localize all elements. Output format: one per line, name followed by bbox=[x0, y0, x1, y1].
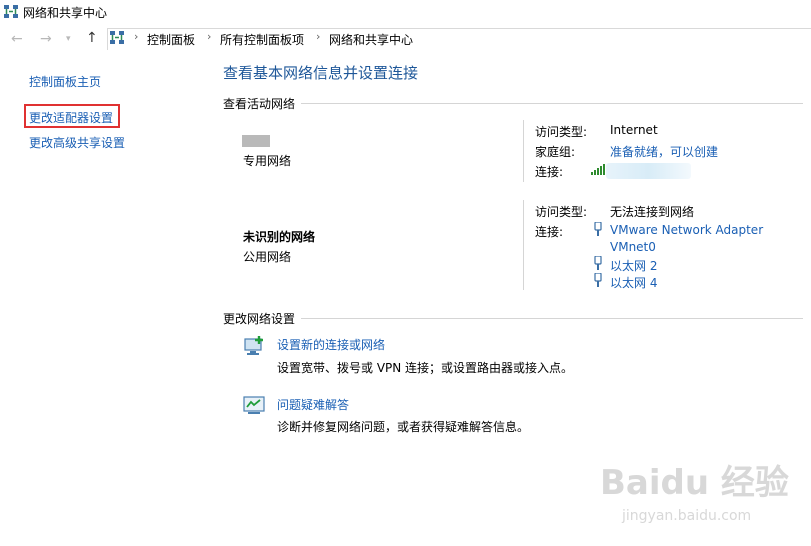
connection-name-redacted[interactable] bbox=[606, 163, 691, 179]
sidebar-item-advanced-sharing[interactable]: 更改高级共享设置 bbox=[29, 134, 125, 151]
wifi-signal-icon[interactable] bbox=[591, 163, 607, 175]
access-type-value: 无法连接到网络 bbox=[610, 205, 695, 219]
ethernet-icon[interactable] bbox=[594, 256, 602, 270]
troubleshoot-desc: 诊断并修复网络问题，或者获得疑难解答信息。 bbox=[277, 420, 530, 434]
setup-new-connection-desc: 设置宽带、拨号或 VPN 连接；或设置路由器或接入点。 bbox=[277, 361, 574, 375]
active-networks-label: 查看活动网络 bbox=[223, 97, 296, 111]
chevron-right-icon[interactable]: › bbox=[207, 30, 211, 43]
troubleshoot-link[interactable]: 问题疑难解答 bbox=[277, 396, 349, 413]
access-type-label: 访问类型: bbox=[535, 125, 588, 139]
divider bbox=[301, 103, 803, 104]
page-title: 查看基本网络信息并设置连接 bbox=[223, 64, 419, 82]
sidebar-item-change-adapter-settings[interactable]: 更改适配器设置 bbox=[29, 109, 113, 126]
forward-arrow-icon[interactable]: → bbox=[40, 29, 52, 49]
watermark-url: jingyan.baidu.com bbox=[622, 508, 752, 524]
breadcrumb[interactable] bbox=[107, 28, 811, 50]
baidu-watermark-logo: Baidu 经验 bbox=[600, 463, 789, 503]
crumb-network-center[interactable]: 网络和共享中心 bbox=[329, 31, 413, 48]
ethernet-icon[interactable] bbox=[594, 273, 602, 287]
window-title: 网络和共享中心 bbox=[23, 6, 108, 20]
network-type: 专用网络 bbox=[243, 154, 292, 168]
up-arrow-icon[interactable]: ↑ bbox=[86, 28, 98, 48]
setup-new-connection-link[interactable]: 设置新的连接或网络 bbox=[277, 336, 385, 353]
access-type-label: 访问类型: bbox=[535, 205, 588, 219]
connection-vmware-adapter[interactable]: VMware Network Adapter bbox=[610, 223, 763, 237]
crumb-all-items[interactable]: 所有控制面板项 bbox=[220, 31, 304, 48]
recent-chevron-down-icon[interactable]: ▾ bbox=[66, 29, 71, 49]
connection-ethernet-4[interactable]: 以太网 4 bbox=[610, 274, 657, 291]
troubleshoot-icon[interactable] bbox=[242, 395, 266, 417]
new-connection-icon[interactable] bbox=[242, 336, 266, 358]
access-type-value: Internet bbox=[610, 123, 658, 137]
connection-label: 连接: bbox=[535, 165, 564, 179]
control-panel-icon bbox=[110, 31, 124, 44]
network-center-icon bbox=[4, 5, 18, 18]
sidebar-item-control-panel-home[interactable]: 控制面板主页 bbox=[29, 73, 101, 90]
back-arrow-icon[interactable]: ← bbox=[11, 29, 23, 49]
connection-vmnet0[interactable]: VMnet0 bbox=[610, 240, 656, 254]
homegroup-link[interactable]: 准备就绪，可以创建 bbox=[610, 143, 718, 160]
connection-ethernet-2[interactable]: 以太网 2 bbox=[610, 257, 657, 274]
divider bbox=[523, 120, 524, 182]
network-name: 未识别的网络 bbox=[243, 230, 316, 244]
chevron-right-icon[interactable]: › bbox=[134, 30, 138, 43]
divider bbox=[301, 318, 803, 319]
network-name-redacted bbox=[242, 135, 270, 147]
change-settings-label: 更改网络设置 bbox=[223, 312, 296, 326]
homegroup-label: 家庭组: bbox=[535, 145, 576, 159]
ethernet-icon[interactable] bbox=[594, 222, 602, 236]
crumb-control-panel[interactable]: 控制面板 bbox=[147, 31, 195, 48]
network-type: 公用网络 bbox=[243, 250, 292, 264]
divider bbox=[523, 200, 524, 290]
chevron-right-icon[interactable]: › bbox=[316, 30, 320, 43]
title-bar: 网络和共享中心 bbox=[0, 0, 811, 24]
connection-label: 连接: bbox=[535, 225, 564, 239]
